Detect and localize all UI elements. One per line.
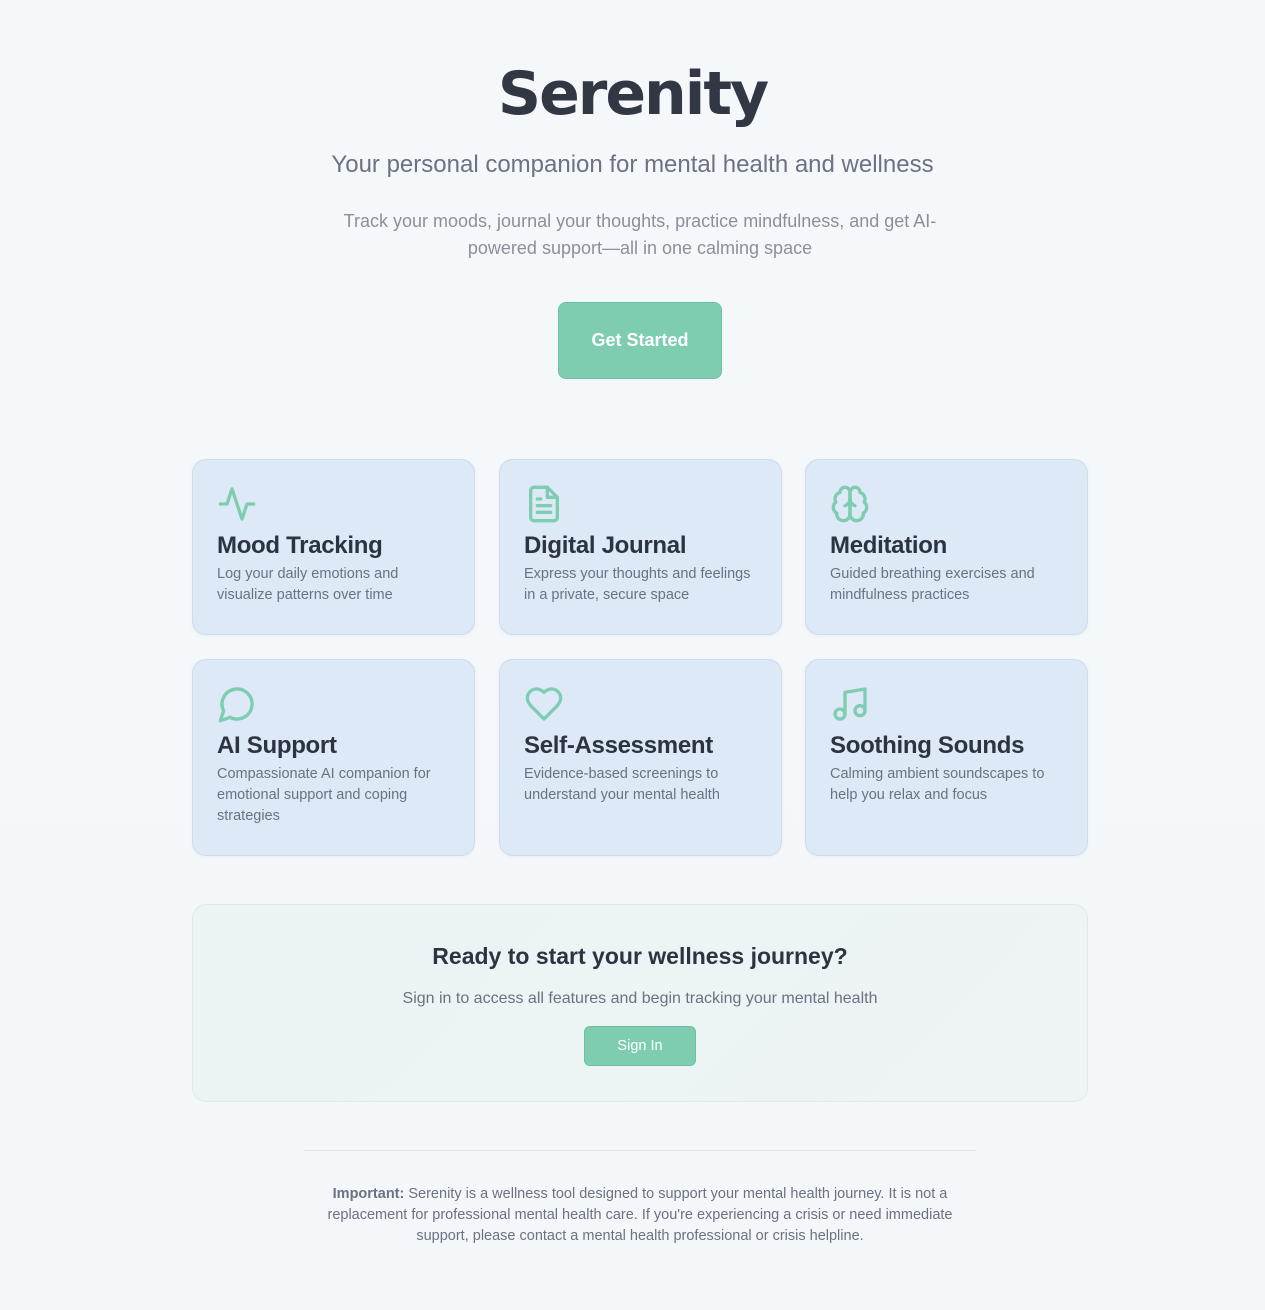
sign-in-button[interactable]: Sign In bbox=[584, 1026, 696, 1066]
feature-title: Meditation bbox=[830, 532, 947, 559]
feature-card-soothing-sounds[interactable]: Soothing Sounds Calming ambient soundsca… bbox=[805, 659, 1088, 856]
feature-title: Soothing Sounds bbox=[830, 732, 1025, 759]
feature-description: Compassionate AI companion for emotional… bbox=[217, 766, 431, 824]
feature-description: Evidence-based screenings to understand … bbox=[524, 766, 720, 803]
feature-card-mood-tracking[interactable]: Mood Tracking Log your daily emotions an… bbox=[192, 459, 475, 635]
feature-description: Guided breathing exercises and mindfulne… bbox=[830, 566, 1035, 603]
music-note-icon bbox=[830, 684, 870, 724]
feature-title: AI Support bbox=[217, 732, 337, 759]
get-started-button[interactable]: Get Started bbox=[558, 302, 722, 379]
footer-divider bbox=[304, 1150, 976, 1151]
disclaimer: Important: Serenity is a wellness tool d… bbox=[310, 1184, 970, 1247]
document-icon bbox=[524, 484, 564, 524]
intro-text: Track your moods, journal your thoughts,… bbox=[343, 211, 937, 258]
feature-card-self-assessment[interactable]: Self-Assessment Evidence-based screening… bbox=[499, 659, 782, 856]
signin-title: Ready to start your wellness journey? bbox=[432, 943, 848, 969]
feature-card-digital-journal[interactable]: Digital Journal Express your thoughts an… bbox=[499, 459, 782, 635]
feature-title: Digital Journal bbox=[524, 532, 687, 559]
feature-description: Express your thoughts and feelings in a … bbox=[524, 566, 751, 603]
feature-card-meditation[interactable]: Meditation Guided breathing exercises an… bbox=[805, 459, 1088, 635]
feature-description: Log your daily emotions and visualize pa… bbox=[217, 566, 399, 603]
disclaimer-text: Serenity is a wellness tool designed to … bbox=[327, 1186, 953, 1244]
brain-icon bbox=[830, 484, 870, 524]
feature-title: Self-Assessment bbox=[524, 732, 713, 759]
feature-description: Calming ambient soundscapes to help you … bbox=[830, 766, 1045, 803]
feature-title: Mood Tracking bbox=[217, 532, 383, 559]
signin-text: Sign in to access all features and begin… bbox=[402, 990, 878, 1007]
signin-panel: Ready to start your wellness journey? Si… bbox=[192, 904, 1088, 1102]
disclaimer-label: Important: bbox=[332, 1186, 405, 1202]
heart-icon bbox=[524, 684, 564, 724]
activity-pulse-icon bbox=[217, 484, 257, 524]
chat-bubble-icon bbox=[217, 684, 257, 724]
tagline: Your personal companion for mental healt… bbox=[331, 151, 934, 178]
app-title: Serenity bbox=[497, 59, 769, 129]
feature-card-ai-support[interactable]: AI Support Compassionate AI companion fo… bbox=[192, 659, 475, 856]
